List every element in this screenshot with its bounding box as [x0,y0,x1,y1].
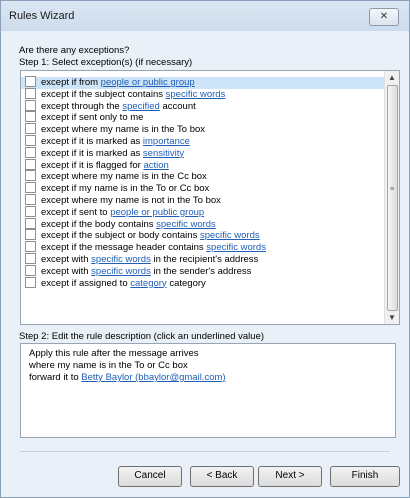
rule-description-box: Apply this rule after the message arrive… [20,343,396,438]
exception-item[interactable]: except if the body contains specific wor… [21,217,385,231]
value-link[interactable]: people or public group [110,207,204,218]
text-segment: except where my name is in the To box [41,124,206,136]
value-link[interactable]: importance [143,136,190,147]
exceptions-items: except if from people or public group exc… [21,75,385,290]
cancel-button[interactable]: Cancel [118,466,182,487]
exceptions-prompt: Are there any exceptions? [19,45,130,56]
exception-checkbox[interactable] [25,111,36,123]
exception-checkbox[interactable] [25,123,36,135]
value-link[interactable]: sensitivity [143,148,184,159]
exception-item[interactable]: except if my name is in the To or Cc box [21,182,385,195]
value-link[interactable]: specific words [166,89,226,100]
value-link[interactable]: specified [122,101,160,112]
exception-item[interactable]: except if the subject or body contains s… [21,229,385,242]
step2-label: Step 2: Edit the rule description (click… [19,331,265,342]
exception-checkbox[interactable] [25,75,36,87]
exception-item[interactable]: except if sent to people or public group [21,205,385,219]
exception-checkbox[interactable] [25,229,36,241]
exception-checkbox[interactable] [25,217,36,229]
title-bar: Rules Wizard ✕ [1,1,409,31]
exception-item[interactable]: except if assigned to category category [21,276,385,290]
value-link[interactable]: people or public group [101,77,195,88]
text-segment: except if the body contains [41,218,157,230]
scroll-up-arrow-icon[interactable]: ▲ [388,73,396,82]
text-segment: except where my name is not in the To bo… [41,194,221,206]
next-button[interactable]: Next > [258,466,322,487]
exception-checkbox[interactable] [25,99,36,111]
text-segment: where my name is in the To or Cc box [29,360,188,371]
back-button[interactable]: < Back [190,466,254,487]
text-segment: in the sender's address [150,265,252,277]
value-link[interactable]: specific words [206,242,266,253]
value-link[interactable]: specific words [156,219,216,230]
exception-item[interactable]: except where my name is in the Cc box [21,170,385,183]
text-segment: except if sent only to me [41,112,144,124]
text-segment: except if it is marked as [41,135,143,147]
list-scrollbar[interactable]: ▲ ≡ ▼ [384,71,399,324]
text-segment: except if it is marked as [41,147,143,159]
scroll-down-arrow-icon[interactable]: ▼ [388,313,396,322]
exception-item[interactable]: except where my name is not in the To bo… [21,193,385,207]
finish-button[interactable]: Finish [330,466,400,487]
exception-checkbox[interactable] [25,146,36,158]
close-icon: ✕ [379,11,389,22]
text-segment: Apply this rule after the message arrive… [29,348,199,359]
scroll-thumb[interactable]: ≡ [387,85,398,311]
exception-checkbox[interactable] [25,264,36,276]
description-line: where my name is in the To or Cc box [29,360,387,372]
step1-label: Step 1: Select exception(s) (if necessar… [19,57,193,68]
exception-checkbox[interactable] [25,87,36,99]
text-segment: in the recipient's address [150,253,259,265]
text-segment: except if the subject contains [41,88,166,100]
close-button[interactable]: ✕ [369,8,399,26]
exception-item[interactable]: except if it is marked as importance [21,134,385,148]
text-segment: except if the message header contains [41,242,207,254]
exception-checkbox[interactable] [25,276,36,288]
exception-checkbox[interactable] [25,134,36,146]
exception-checkbox[interactable] [25,182,36,194]
text-segment: except through the [41,100,123,112]
exception-item[interactable]: except with specific words in the recipi… [21,252,385,266]
exception-item[interactable]: except if sent only to me [21,111,385,124]
value-link[interactable]: specific words [91,266,151,277]
exception-item[interactable]: except where my name is in the To box [21,123,385,136]
text-segment: except if it is flagged for [41,159,144,171]
text-segment: except where my name is in the Cc box [41,171,207,183]
text-segment: except if assigned to [41,277,131,289]
exception-item[interactable]: except if the subject contains specific … [21,87,385,101]
value-link[interactable]: category [130,278,166,289]
exception-checkbox[interactable] [25,205,36,217]
text-segment: except if sent to [41,206,111,218]
exception-checkbox[interactable] [25,193,36,205]
value-link[interactable]: action [143,160,168,171]
exception-item[interactable]: except through the specified account [21,99,385,113]
text-segment: except if from [41,77,101,88]
separator [20,451,390,452]
text-segment: except if the subject or body contains [41,230,200,242]
description-line: forward it to Betty Baylor (bbaylor@gmai… [29,372,387,384]
exception-checkbox[interactable] [25,158,36,170]
window-title: Rules Wizard [9,10,75,22]
exception-item[interactable]: except if it is marked as sensitivity [21,146,385,160]
exceptions-list[interactable]: except if from people or public group exc… [20,70,400,325]
exception-checkbox[interactable] [25,170,36,182]
exception-item[interactable]: except if the message header contains sp… [21,241,385,254]
text-segment: except with [41,253,92,265]
value-link[interactable]: specific words [91,254,151,265]
text-segment: account [159,100,196,112]
description-line: Apply this rule after the message arrive… [29,348,387,360]
exception-item[interactable]: except if it is flagged for action [21,158,385,172]
exception-checkbox[interactable] [25,241,36,253]
exception-item[interactable]: except if from people or public group [21,75,385,89]
value-link[interactable]: Betty Baylor (bbaylor@gmail.com) [81,372,225,383]
exception-checkbox[interactable] [25,252,36,264]
scroll-grip-icon: ≡ [390,186,395,193]
text-segment: except if my name is in the To or Cc box [41,183,210,195]
value-link[interactable]: specific words [200,230,260,241]
text-segment: category [166,277,206,289]
text-segment: except with [41,265,92,277]
text-segment: forward it to [29,372,82,383]
exception-item[interactable]: except with specific words in the sender… [21,264,385,278]
